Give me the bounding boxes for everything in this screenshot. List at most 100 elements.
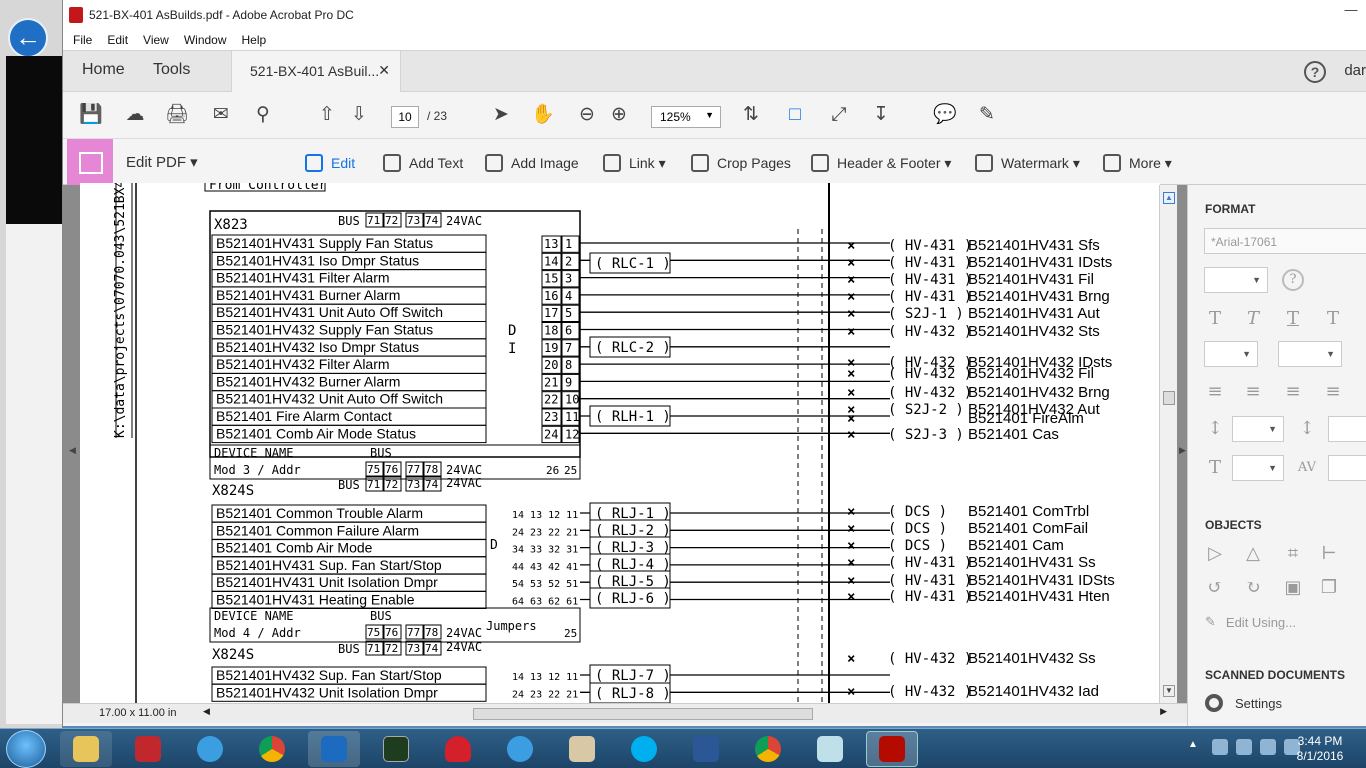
menu-file[interactable]: File [73, 33, 92, 47]
paragraph-spacing-icon[interactable]: ↕ [1296, 418, 1318, 440]
rotate-left-icon[interactable]: ↺ [1204, 577, 1226, 599]
page-up-icon[interactable]: ⇧ [315, 104, 339, 128]
taskbar-paint[interactable] [556, 731, 608, 767]
bullet-list-select[interactable]: ▼ [1204, 341, 1258, 367]
taskbar-chrome-alt[interactable] [742, 731, 794, 767]
arrange-icon[interactable]: ❐ [1318, 577, 1340, 599]
taskbar-skype[interactable] [618, 731, 670, 767]
more-button[interactable]: More ▾ [1103, 154, 1172, 172]
hand-tool-icon[interactable]: ✋ [531, 104, 555, 128]
close-tab-icon[interactable]: ✕ [378, 62, 390, 79]
scroll-mode-icon[interactable]: □ [783, 104, 807, 128]
vertical-scrollbar[interactable]: ▲ ▼ [1159, 185, 1177, 703]
scroll-up-icon[interactable]: ▲ [1163, 192, 1175, 204]
edit-pdf-menu[interactable]: Edit PDF ▾ [126, 153, 198, 171]
horizontal-scrollbar[interactable]: ◀ ▶ [203, 706, 1167, 720]
edit-button[interactable]: Edit [305, 154, 355, 172]
hscroll-thumb[interactable] [473, 708, 813, 720]
settings-button[interactable]: Settings [1205, 694, 1282, 712]
upload-icon[interactable]: ☁ [123, 104, 147, 128]
taskbar-ie[interactable] [184, 731, 236, 767]
print-icon[interactable]: 🖨 [165, 104, 189, 128]
user-name[interactable]: dar [1344, 62, 1366, 79]
taskbar-word[interactable] [680, 731, 732, 767]
add-text-button[interactable]: Add Text [383, 154, 463, 172]
sign-pen-icon[interactable]: ✎ [975, 104, 999, 128]
char-spacing-icon[interactable]: AV [1296, 457, 1318, 479]
taskbar-heart-app[interactable] [432, 731, 484, 767]
underline-icon[interactable]: T [1282, 308, 1304, 330]
numbered-list-select[interactable]: ▼ [1278, 341, 1342, 367]
tab-home[interactable]: Home [82, 61, 125, 79]
italic-icon[interactable]: T [1242, 308, 1264, 330]
text-style-icon[interactable]: T [1204, 308, 1226, 330]
font-select[interactable]: *Arial-17061 [1204, 228, 1366, 254]
paragraph-spacing-select[interactable] [1328, 416, 1366, 442]
line-spacing-select[interactable]: ▼ [1232, 416, 1284, 442]
page-down-icon[interactable]: ⇩ [347, 104, 371, 128]
network-icon[interactable] [1212, 739, 1228, 755]
taskbar-chrome[interactable] [246, 731, 298, 767]
pdf-page[interactable]: K:\data\projects\07070.043\521BX401 From… [80, 183, 1160, 703]
scroll-thumb[interactable] [1163, 391, 1175, 405]
replace-image-icon[interactable]: ▣ [1282, 577, 1304, 599]
taskbar-monitor[interactable] [370, 731, 422, 767]
tab-document[interactable]: 521-BX-401 AsBuil... ✕ [231, 51, 401, 93]
taskbar-explorer[interactable] [60, 731, 112, 767]
select-cursor-icon[interactable]: ➤ [489, 104, 513, 128]
crop-object-icon[interactable]: ⌗ [1282, 543, 1304, 565]
align-objects-icon[interactable]: ⊢ [1318, 543, 1340, 565]
mail-icon[interactable]: ✉ [209, 104, 233, 128]
edit-using-button[interactable]: ✎ Edit Using... [1205, 614, 1296, 630]
tab-tools[interactable]: Tools [153, 61, 190, 79]
menu-window[interactable]: Window [184, 33, 227, 47]
edit-pdf-tool-icon[interactable] [67, 139, 113, 185]
fullscreen-icon[interactable]: ⤢ [827, 104, 851, 128]
collapse-right-icon[interactable]: ▶ [1179, 445, 1186, 456]
clock[interactable]: 3:44 PM 8/1/2016 [1290, 734, 1350, 764]
back-arrow-icon[interactable]: ← [8, 18, 48, 58]
minimize-icon[interactable]: — [1336, 0, 1366, 22]
add-image-button[interactable]: Add Image [485, 154, 579, 172]
collapse-left-icon[interactable]: ◀ [69, 445, 76, 456]
start-button[interactable] [6, 730, 46, 768]
device-icon[interactable] [1236, 739, 1252, 755]
align-right-icon[interactable]: ≡ [1282, 381, 1304, 403]
char-scale-icon[interactable]: T [1204, 457, 1226, 479]
help-icon[interactable]: ? [1304, 61, 1326, 83]
zoom-select[interactable]: 125% ▼ [651, 106, 721, 128]
menu-edit[interactable]: Edit [107, 33, 128, 47]
taskbar-autocad[interactable] [122, 731, 174, 767]
align-center-icon[interactable]: ≡ [1242, 381, 1264, 403]
tray-expand-icon[interactable]: ▲ [1188, 739, 1204, 755]
taskbar-notes[interactable] [804, 731, 856, 767]
watermark-button[interactable]: Watermark ▾ [975, 154, 1080, 172]
link-button[interactable]: Link ▾ [603, 154, 666, 172]
read-mode-icon[interactable]: ↧ [869, 104, 893, 128]
taskbar-acrobat[interactable] [866, 731, 918, 767]
char-scale-select[interactable]: ▼ [1232, 455, 1284, 481]
comment-icon[interactable]: 💬 [933, 104, 957, 128]
line-spacing-icon[interactable]: ↕ [1204, 418, 1226, 440]
save-icon[interactable]: 💾 [79, 104, 103, 128]
char-spacing-select[interactable] [1328, 455, 1366, 481]
flip-vertical-icon[interactable]: △ [1242, 543, 1264, 565]
search-icon[interactable]: ⚲ [251, 104, 275, 128]
header-footer-button[interactable]: Header & Footer ▾ [811, 154, 951, 172]
taskbar-ie-alt[interactable] [494, 731, 546, 767]
scroll-down-icon[interactable]: ▼ [1163, 685, 1175, 697]
superscript-icon[interactable]: T [1322, 308, 1344, 330]
zoom-in-icon[interactable]: ⊕ [607, 104, 631, 128]
no-network-icon[interactable] [1260, 739, 1276, 755]
rotate-right-icon[interactable]: ↻ [1242, 577, 1264, 599]
align-left-icon[interactable]: ≡ [1204, 381, 1226, 403]
help-circle-icon[interactable]: ? [1282, 269, 1304, 291]
crop-pages-button[interactable]: Crop Pages [691, 154, 791, 172]
scroll-left-icon[interactable]: ◀ [203, 706, 210, 717]
menu-view[interactable]: View [143, 33, 169, 47]
justify-icon[interactable]: ≡ [1322, 381, 1344, 403]
font-size-select[interactable]: ▼ [1204, 267, 1268, 293]
taskbar-outlook[interactable] [308, 731, 360, 767]
scroll-right-icon[interactable]: ▶ [1160, 706, 1167, 717]
flip-horizontal-icon[interactable]: ▷ [1204, 543, 1226, 565]
